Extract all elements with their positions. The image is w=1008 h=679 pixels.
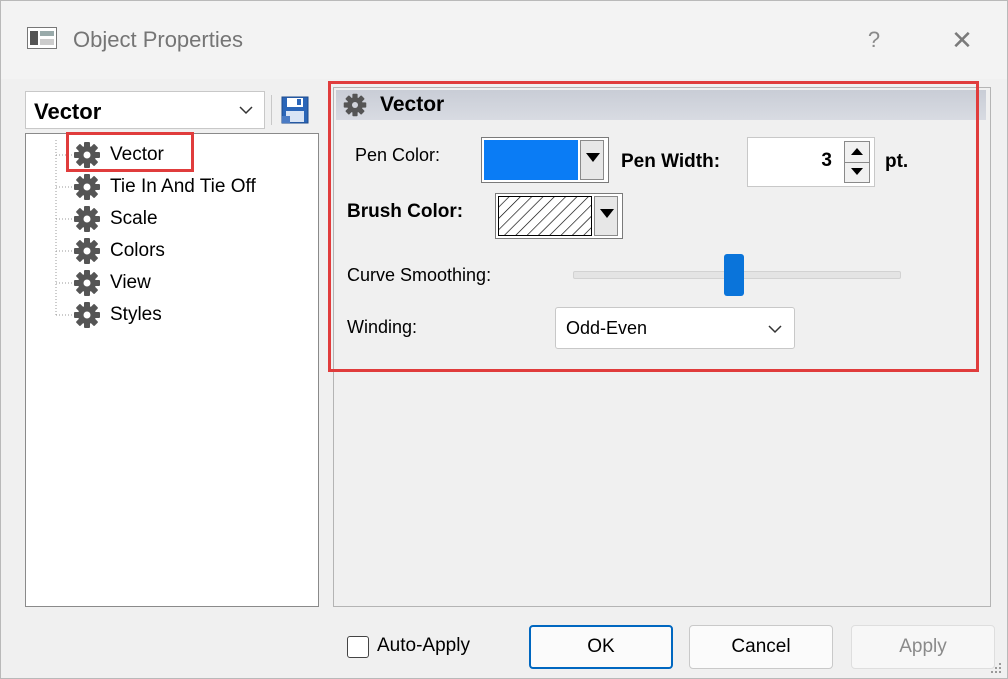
tree-item-view[interactable]: View bbox=[72, 269, 151, 297]
tree-item-label: Tie In And Tie Off bbox=[110, 176, 256, 197]
tree-item-styles[interactable]: Styles bbox=[72, 301, 162, 329]
tree-item-label: Styles bbox=[110, 304, 162, 325]
tree-item-tie-in-and-tie-off[interactable]: Tie In And Tie Off bbox=[72, 173, 256, 201]
ok-button[interactable]: OK bbox=[529, 625, 673, 669]
object-properties-dialog: Object Properties ? ✕ Vector Vector Tie … bbox=[0, 0, 1008, 679]
chevron-down-icon bbox=[239, 106, 253, 115]
help-button[interactable]: ? bbox=[859, 25, 889, 55]
title-bar: Object Properties ? ✕ bbox=[1, 1, 1007, 79]
object-selector-value: Vector bbox=[34, 99, 102, 124]
save-icon[interactable] bbox=[279, 94, 311, 126]
app-icon bbox=[27, 27, 57, 49]
window-title: Object Properties bbox=[73, 27, 243, 52]
highlight-box-tree-vector bbox=[66, 132, 194, 172]
gear-icon bbox=[74, 270, 100, 296]
auto-apply-label[interactable]: Auto-Apply bbox=[377, 635, 470, 657]
tree-item-label: Colors bbox=[110, 240, 165, 261]
cancel-button[interactable]: Cancel bbox=[689, 625, 833, 669]
category-tree[interactable]: Vector Tie In And Tie Off Scale Colors V… bbox=[25, 132, 319, 607]
resize-grip-icon[interactable] bbox=[987, 659, 1003, 675]
gear-icon bbox=[74, 302, 100, 328]
gear-icon bbox=[74, 238, 100, 264]
highlight-box-vector-panel bbox=[328, 81, 979, 372]
close-button[interactable]: ✕ bbox=[945, 23, 979, 57]
gear-icon bbox=[74, 206, 100, 232]
auto-apply-checkbox[interactable] bbox=[347, 636, 369, 658]
apply-button[interactable]: Apply bbox=[851, 625, 995, 669]
tree-item-colors[interactable]: Colors bbox=[72, 237, 165, 265]
object-selector[interactable]: Vector bbox=[25, 91, 265, 129]
tree-item-label: Scale bbox=[110, 208, 158, 229]
tree-item-label: View bbox=[110, 272, 151, 293]
gear-icon bbox=[74, 174, 100, 200]
toolbar-separator bbox=[271, 95, 272, 125]
tree-item-scale[interactable]: Scale bbox=[72, 205, 158, 233]
